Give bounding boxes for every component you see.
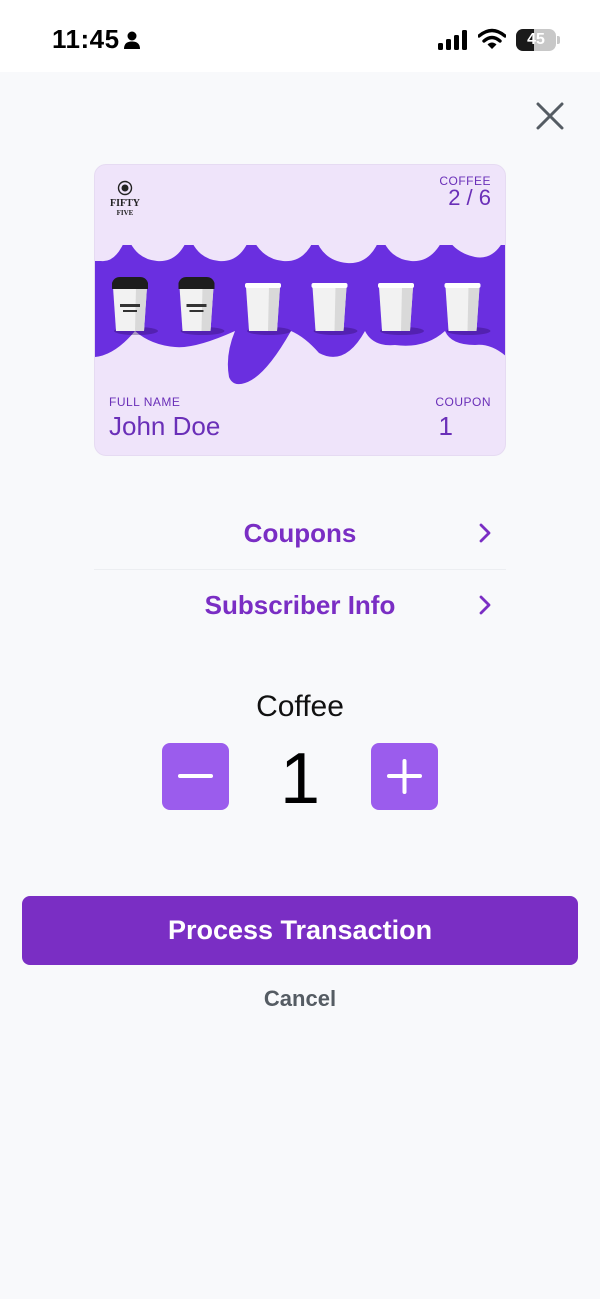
coupon-count: 1: [438, 411, 453, 441]
quantity-value: 1: [279, 739, 321, 819]
close-icon: [536, 102, 564, 130]
coupon-label: COUPON: [435, 395, 491, 409]
chevron-right-icon: [479, 523, 491, 543]
subscriber-info-link[interactable]: Subscriber Info: [94, 569, 506, 640]
plus-icon: [387, 759, 422, 794]
stamp-progress: 2 / 6: [448, 185, 491, 210]
full-name-label: FULL NAME: [109, 395, 181, 409]
chevron-right-icon: [479, 595, 491, 615]
svg-text:FIVE: FIVE: [117, 209, 134, 217]
minus-icon: [178, 774, 213, 778]
cancel-button[interactable]: Cancel: [200, 986, 400, 1012]
person-icon: [124, 31, 140, 49]
svg-text:FIFTY: FIFTY: [110, 198, 141, 209]
coupons-label: Coupons: [243, 518, 357, 548]
status-time: 11:45: [52, 24, 120, 54]
stepper-label: Coffee: [256, 690, 344, 723]
signal-icon: [438, 30, 467, 50]
card-links: Coupons Subscriber Info: [94, 498, 506, 640]
stamp-artwork: [95, 227, 505, 385]
increment-button[interactable]: [371, 743, 438, 810]
subscriber-info-label: Subscriber Info: [204, 590, 396, 620]
brand-logo: FIFTY FIVE: [110, 180, 141, 217]
full-name-value: John Doe: [109, 411, 221, 441]
close-button[interactable]: [532, 98, 568, 134]
coupons-link[interactable]: Coupons: [94, 498, 506, 569]
battery-icon: 45: [516, 29, 560, 51]
decrement-button[interactable]: [162, 743, 229, 810]
battery-level: 45: [527, 31, 545, 48]
loyalty-card: FIFTY FIVE COFFEE 2 / 6 FULL NAME John D…: [94, 164, 506, 456]
status-bar: 11:45 45: [0, 0, 600, 72]
wifi-icon: [478, 28, 506, 49]
process-transaction-button[interactable]: Process Transaction: [22, 896, 578, 965]
